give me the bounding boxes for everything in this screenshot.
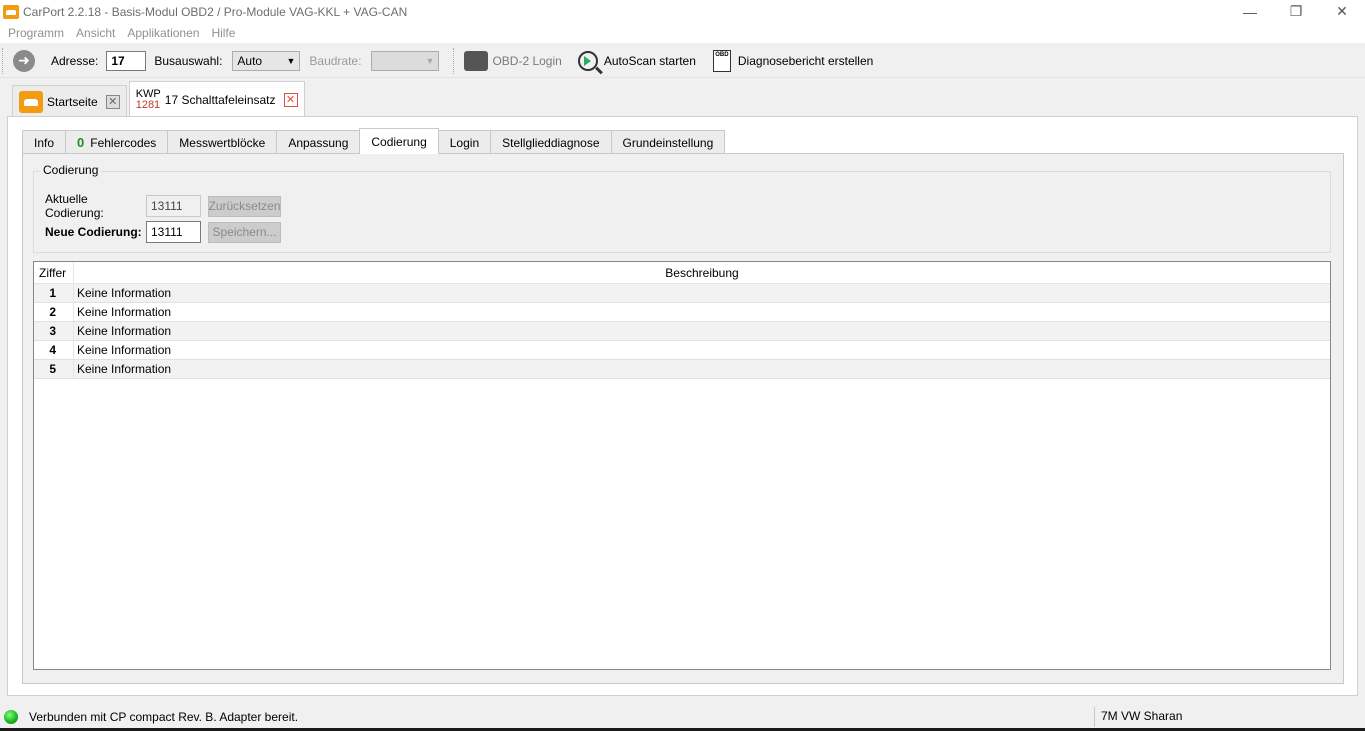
table-row[interactable]: 2 Keine Information (34, 303, 1330, 322)
row-description: Keine Information (77, 305, 172, 319)
row-description: Keine Information (77, 324, 172, 338)
tab-fehlercodes-label: Fehlercodes (90, 135, 157, 150)
tab-messwertbloecke[interactable]: Messwertblöcke (167, 130, 278, 154)
coding-table: Ziffer Beschreibung 1 Keine Information … (33, 261, 1331, 670)
close-tab-icon[interactable]: ✕ (105, 94, 120, 109)
tab-codierung[interactable]: Codierung (359, 128, 439, 154)
table-row[interactable]: 5 Keine Information (34, 360, 1330, 379)
diagnostic-report-button[interactable]: OBD Diagnosebericht erstellen (710, 48, 873, 74)
bus-select[interactable]: Auto ▼ (232, 50, 301, 71)
function-tabs: Info 0 Fehlercodes Messwertblöcke Anpass… (22, 128, 726, 154)
chevron-down-icon: ▼ (286, 55, 296, 66)
table-row[interactable]: 4 Keine Information (34, 341, 1330, 360)
chevron-down-icon: ▼ (425, 55, 435, 66)
tab-module-17[interactable]: KWP 1281 17 Schalttafeleinsatz ✕ (128, 81, 305, 117)
baud-select[interactable]: ▼ (371, 50, 440, 71)
autoscan-label: AutoScan starten (603, 53, 696, 68)
status-separator (1094, 707, 1095, 727)
tab-startseite-label: Startseite (47, 94, 98, 109)
new-coding-row: Neue Codierung: 13111 Speichern... (45, 221, 281, 243)
menu-hilfe[interactable]: Hilfe (205, 26, 241, 40)
vehicle-name: 7M VW Sharan (1101, 709, 1183, 723)
module-tab-strip: Startseite ✕ KWP 1281 17 Schalttafeleins… (0, 79, 1365, 117)
row-digit: 1 (34, 284, 74, 302)
menu-applikationen[interactable]: Applikationen (121, 26, 205, 40)
app-logo-icon (3, 4, 19, 19)
bus-select-value: Auto (237, 53, 263, 68)
current-coding-row: Aktuelle Codierung: 13111 Zurücksetzen (45, 192, 281, 220)
table-row[interactable]: 1 Keine Information (34, 284, 1330, 303)
connect-arrow-button[interactable]: ➜ (13, 49, 35, 72)
address-label: Adresse: (51, 53, 99, 68)
menu-bar: Programm Ansicht Applikationen Hilfe (0, 23, 1365, 43)
row-digit: 2 (34, 303, 74, 321)
tab-module-label: 17 Schalttafeleinsatz (164, 92, 276, 107)
obd-login-label: OBD-2 Login (492, 53, 562, 68)
column-header-beschreibung[interactable]: Beschreibung (74, 262, 1330, 283)
diagnostic-report-label: Diagnosebericht erstellen (737, 53, 874, 68)
row-digit: 5 (34, 360, 74, 378)
table-header: Ziffer Beschreibung (34, 262, 1330, 284)
close-tab-icon[interactable]: ✕ (283, 92, 298, 107)
reset-button[interactable]: Zurücksetzen (208, 195, 281, 217)
row-description: Keine Information (77, 362, 172, 376)
module-panel: Info 0 Fehlercodes Messwertblöcke Anpass… (7, 116, 1358, 696)
module-protocol-badge: KWP 1281 (135, 87, 161, 111)
tab-grundeinstellung[interactable]: Grundeinstellung (610, 130, 726, 154)
tab-fehlercodes[interactable]: 0 Fehlercodes (65, 130, 169, 154)
fault-count-badge: 0 (77, 135, 85, 150)
autoscan-button[interactable]: AutoScan starten (576, 48, 696, 74)
tab-info[interactable]: Info (22, 130, 67, 154)
current-coding-label: Aktuelle Codierung: (45, 192, 104, 220)
coding-groupbox: Codierung Aktuelle Codierung: 13111 Zurü… (33, 163, 1331, 253)
address-input[interactable]: 17 (106, 50, 147, 71)
connection-status-text: Verbunden mit CP compact Rev. B. Adapter… (29, 709, 299, 724)
title-bar: CarPort 2.2.18 - Basis-Modul OBD2 / Pro-… (0, 0, 1365, 23)
obd-login-button[interactable]: OBD-2 Login (464, 48, 562, 74)
tab-stellglieddiagnose[interactable]: Stellglieddiagnose (490, 130, 612, 154)
engine-icon (464, 50, 489, 72)
window-title: CarPort 2.2.18 - Basis-Modul OBD2 / Pro-… (23, 4, 408, 19)
save-button[interactable]: Speichern... (208, 221, 281, 243)
tab-login[interactable]: Login (437, 130, 492, 154)
row-description: Keine Information (77, 286, 172, 300)
column-header-ziffer[interactable]: Ziffer (34, 262, 74, 283)
coding-tab-content: Codierung Aktuelle Codierung: 13111 Zurü… (22, 153, 1344, 684)
report-document-icon: OBD (710, 49, 734, 72)
row-digit: 3 (34, 322, 74, 340)
protocol-label: KWP (135, 87, 161, 100)
coding-group-title: Codierung (40, 163, 102, 177)
connection-status-led-icon (4, 709, 18, 724)
baud-label: Baudrate: (309, 53, 362, 68)
row-digit: 4 (34, 341, 74, 359)
new-coding-label: Neue Codierung: (45, 225, 142, 239)
tab-anpassung[interactable]: Anpassung (276, 130, 361, 154)
tab-startseite[interactable]: Startseite ✕ (12, 85, 127, 117)
toolbar-separator (453, 47, 455, 74)
protocol-number: 1281 (135, 98, 161, 111)
window-controls: — ❐ ✕ (1227, 0, 1365, 23)
table-row[interactable]: 3 Keine Information (34, 322, 1330, 341)
maximize-button[interactable]: ❐ (1273, 0, 1319, 23)
scan-magnifier-icon (576, 50, 600, 72)
toolbar-grip[interactable] (2, 47, 5, 74)
bus-label: Busauswahl: (154, 53, 223, 68)
minimize-button[interactable]: — (1227, 0, 1273, 23)
new-coding-input[interactable]: 13111 (146, 221, 201, 243)
row-description: Keine Information (77, 343, 172, 357)
status-bar: Verbunden mit CP compact Rev. B. Adapter… (0, 705, 1365, 728)
menu-ansicht[interactable]: Ansicht (70, 26, 121, 40)
menu-programm[interactable]: Programm (2, 26, 70, 40)
close-window-button[interactable]: ✕ (1319, 0, 1365, 23)
toolbar: ➜ Adresse: 17 Busauswahl: Auto ▼ Baudrat… (0, 44, 1365, 78)
current-coding-field: 13111 (146, 195, 201, 217)
car-icon (19, 90, 43, 113)
